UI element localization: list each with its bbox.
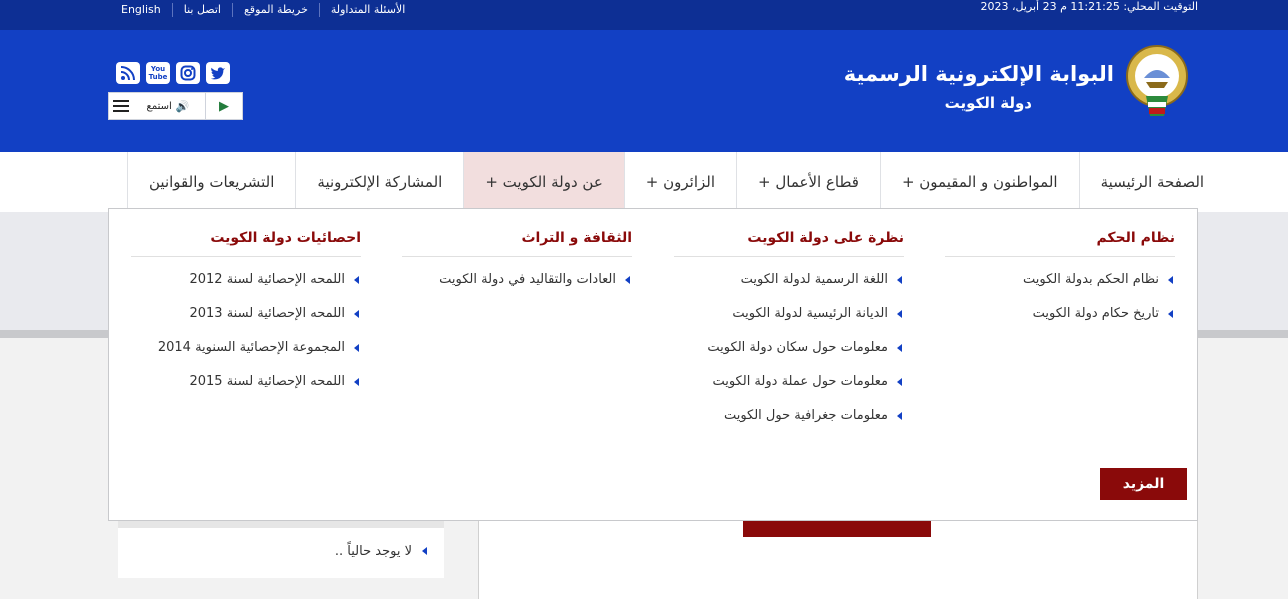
nav-citizens-residents[interactable]: المواطنون و المقيمون + [879,152,1079,212]
social-icons: You Tube [116,62,230,84]
menu-item[interactable]: العادات والتقاليد في دولة الكويت [402,263,632,297]
bullet-icon [1168,276,1173,284]
nav-visitors[interactable]: الزائرون + [623,152,736,212]
faq-link[interactable]: الأسئلة المتداولة [318,3,416,17]
top-links: English اتصل بنا خريطة الموقع الأسئلة ال… [110,0,416,20]
listen-player: استمع 🔊 ▶ [108,92,243,120]
youtube-icon[interactable]: You Tube [146,62,170,84]
bullet-icon [1168,310,1173,318]
bullet-icon [897,412,902,420]
about-kuwait-dropdown: نظام الحكم نظام الحكم بدولة الكويت تاريخ… [108,208,1198,521]
site-subtitle: دولة الكويت [944,94,1032,112]
play-icon[interactable]: ▶ [206,93,242,119]
side-box: لا يوجد حالياً .. [118,528,444,578]
dropdown-column-culture: الثقافة و التراث العادات والتقاليد في دو… [402,227,632,297]
column-title[interactable]: احصائيات دولة الكويت [131,227,361,257]
nav-e-participation[interactable]: المشاركة الإلكترونية [295,152,463,212]
column-title[interactable]: نظرة على دولة الكويت [674,227,904,257]
menu-item[interactable]: اللمحه الإحصائية لسنة 2012 [131,263,361,297]
bullet-icon [354,344,359,352]
bullet-icon [354,310,359,318]
menu-item[interactable]: اللمحه الإحصائية لسنة 2013 [131,297,361,331]
local-time: التوقيت المحلي: 11:21:25 م 23 أبريل، 202… [980,0,1198,13]
menu-item[interactable]: نظام الحكم بدولة الكويت [945,263,1175,297]
menu-item[interactable]: اللغة الرسمية لدولة الكويت [674,263,904,297]
top-bar: English اتصل بنا خريطة الموقع الأسئلة ال… [0,0,1288,30]
menu-item[interactable]: معلومات جغرافية حول الكويت [674,399,904,433]
dropdown-column-overview: نظرة على دولة الكويت اللغة الرسمية لدولة… [674,227,904,433]
dropdown-column-government: نظام الحكم نظام الحكم بدولة الكويت تاريخ… [945,227,1175,331]
speaker-icon: 🔊 [175,99,190,113]
site-title: البوابة الإلكترونية الرسمية [843,62,1114,86]
bullet-icon [422,547,427,555]
nav-about-kuwait[interactable]: عن دولة الكويت + [463,152,624,212]
main-nav-items: الصفحة الرئيسية المواطنون و المقيمون + ق… [127,152,1225,212]
site-header: البوابة الإلكترونية الرسمية دولة الكويت … [0,30,1288,152]
bullet-icon [897,378,902,386]
more-button[interactable]: المزيد [1100,468,1187,500]
listen-label: استمع [146,100,172,112]
bullet-icon [625,276,630,284]
bullet-icon [897,276,902,284]
menu-item[interactable]: تاريخ حكام دولة الكويت [945,297,1175,331]
kuwait-emblem-icon[interactable] [1124,42,1190,120]
nav-legislation[interactable]: التشريعات والقوانين [127,152,295,212]
menu-item[interactable]: المجموعة الإحصائية السنوية 2014 [131,331,361,365]
contact-us-link[interactable]: اتصل بنا [171,3,232,17]
bullet-icon [897,310,902,318]
side-box-header [118,520,444,528]
menu-item[interactable]: معلومات حول عملة دولة الكويت [674,365,904,399]
menu-item[interactable]: معلومات حول سكان دولة الكويت [674,331,904,365]
rss-icon[interactable] [116,62,140,84]
page-red-button[interactable] [743,520,931,537]
nav-home[interactable]: الصفحة الرئيسية [1078,152,1226,212]
instagram-icon[interactable] [176,62,200,84]
column-title[interactable]: الثقافة و التراث [402,227,632,257]
twitter-icon[interactable] [206,62,230,84]
no-items-text: لا يوجد حالياً .. [334,544,412,559]
bullet-icon [354,378,359,386]
english-link[interactable]: English [110,3,172,17]
bullet-icon [354,276,359,284]
main-nav: الصفحة الرئيسية المواطنون و المقيمون + ق… [0,152,1288,212]
bullet-icon [897,344,902,352]
menu-item[interactable]: الديانة الرئيسية لدولة الكويت [674,297,904,331]
menu-item[interactable]: اللمحه الإحصائية لسنة 2015 [131,365,361,399]
nav-business[interactable]: قطاع الأعمال + [736,152,880,212]
sitemap-link[interactable]: خريطة الموقع [231,3,319,17]
column-title[interactable]: نظام الحكم [945,227,1175,257]
listen-button[interactable]: استمع 🔊 [131,93,206,119]
dropdown-column-statistics: احصائيات دولة الكويت اللمحه الإحصائية لس… [131,227,361,399]
menu-icon[interactable] [109,96,131,116]
